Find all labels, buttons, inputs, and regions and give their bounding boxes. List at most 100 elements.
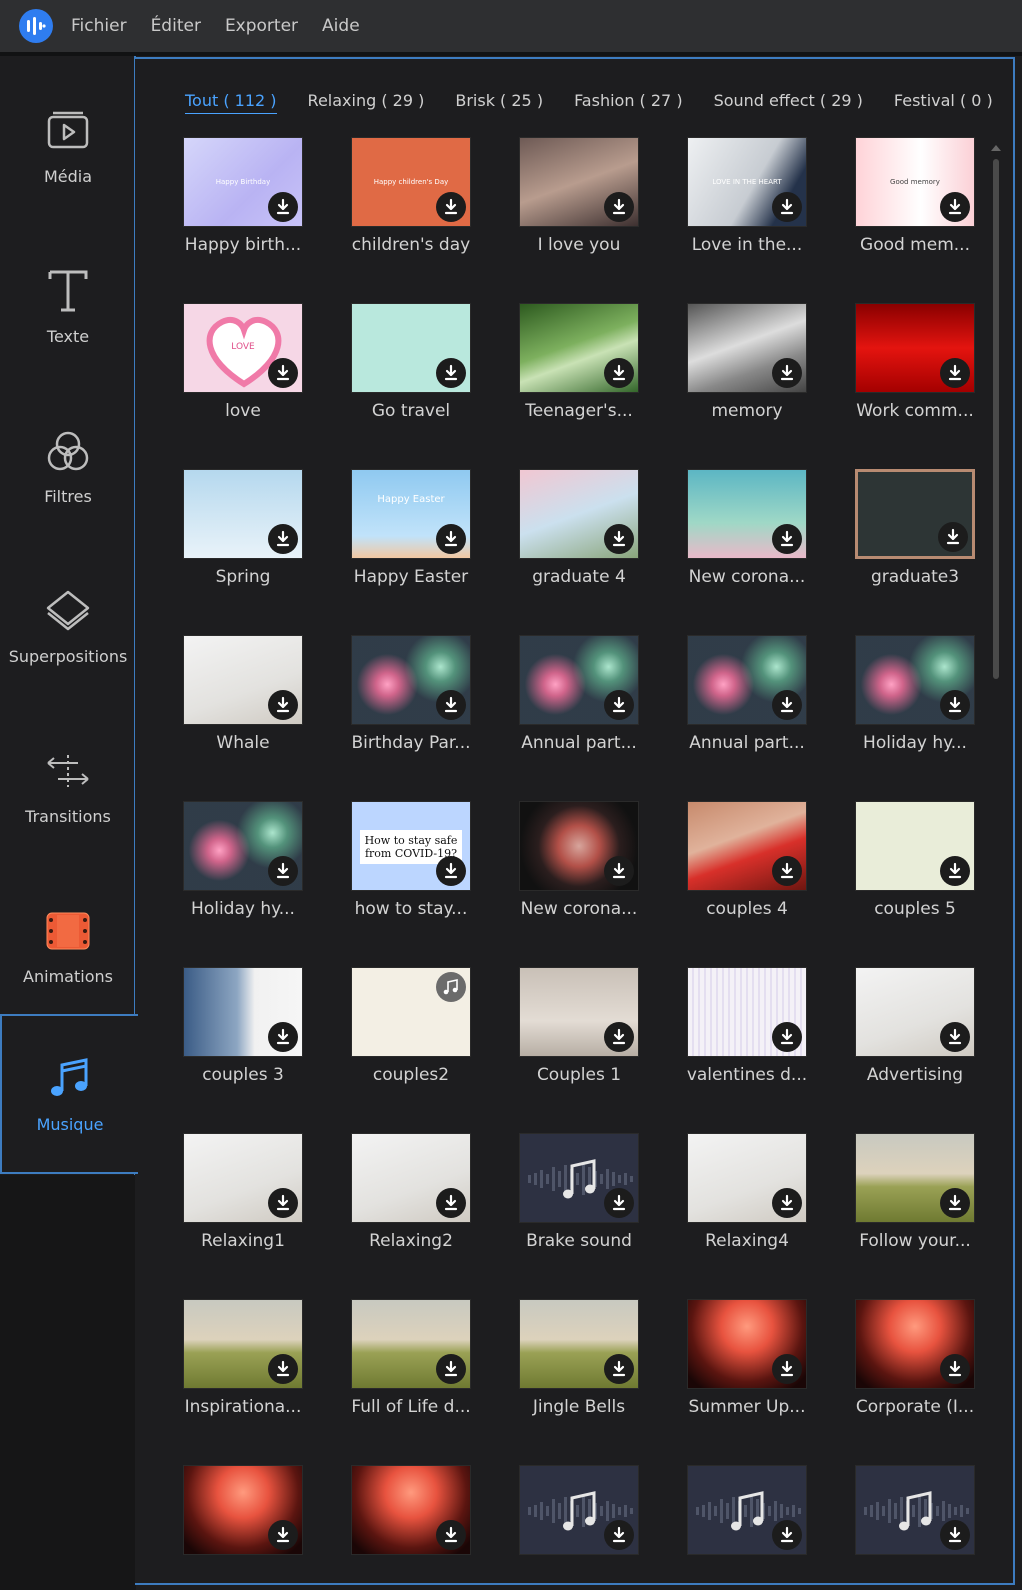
music-item-card[interactable]: couples 3 (183, 967, 303, 1133)
music-thumbnail[interactable]: Happy children's Day (351, 137, 471, 227)
music-thumbnail[interactable] (351, 1299, 471, 1389)
menu-help[interactable]: Aide (322, 16, 360, 36)
download-icon[interactable] (604, 192, 634, 222)
music-item-card[interactable] (183, 1465, 303, 1583)
music-thumbnail[interactable] (687, 1299, 807, 1389)
music-thumbnail[interactable] (183, 1299, 303, 1389)
music-thumbnail[interactable] (183, 1465, 303, 1555)
music-item-card[interactable]: New corona... (687, 469, 807, 635)
music-item-card[interactable]: Corporate (I... (855, 1299, 975, 1465)
tab-all[interactable]: Tout ( 112 ) (185, 91, 277, 114)
download-icon[interactable] (268, 192, 298, 222)
music-thumbnail[interactable] (687, 469, 807, 559)
music-item-card[interactable]: Holiday hy... (183, 801, 303, 967)
music-thumbnail[interactable] (687, 1133, 807, 1223)
music-thumbnail[interactable] (183, 967, 303, 1057)
music-item-card[interactable]: Full of Life d... (351, 1299, 471, 1465)
sidebar-item-overlays[interactable]: Superpositions (0, 546, 136, 706)
download-icon[interactable] (436, 358, 466, 388)
download-icon[interactable] (772, 358, 802, 388)
music-thumbnail[interactable] (183, 1133, 303, 1223)
music-thumbnail[interactable] (855, 635, 975, 725)
download-icon[interactable] (268, 1022, 298, 1052)
tab-fashion[interactable]: Fashion ( 27 ) (574, 91, 683, 114)
music-thumbnail[interactable] (351, 303, 471, 393)
music-item-card[interactable]: couples 4 (687, 801, 807, 967)
download-icon[interactable] (604, 1520, 634, 1550)
music-thumbnail[interactable] (687, 801, 807, 891)
music-thumbnail[interactable] (519, 1465, 639, 1555)
music-thumbnail[interactable]: How to stay safe from COVID-19? (351, 801, 471, 891)
download-icon[interactable] (940, 192, 970, 222)
download-icon[interactable] (436, 524, 466, 554)
download-icon[interactable] (436, 690, 466, 720)
music-item-card[interactable]: Spring (183, 469, 303, 635)
download-icon[interactable] (940, 1354, 970, 1384)
download-icon[interactable] (940, 1188, 970, 1218)
music-item-card[interactable]: Annual part... (687, 635, 807, 801)
music-thumbnail[interactable] (351, 967, 471, 1057)
download-icon[interactable] (268, 1188, 298, 1218)
sidebar-item-filters[interactable]: Filtres (0, 386, 136, 546)
sidebar-item-music[interactable]: Musique (0, 1014, 138, 1174)
download-icon[interactable] (940, 1520, 970, 1550)
sidebar-item-text[interactable]: Texte (0, 226, 136, 386)
music-item-card[interactable]: Teenager's... (519, 303, 639, 469)
download-icon[interactable] (268, 690, 298, 720)
music-thumbnail[interactable] (519, 1299, 639, 1389)
music-item-card[interactable]: Brake sound (519, 1133, 639, 1299)
download-icon[interactable] (436, 1188, 466, 1218)
music-item-card[interactable]: Whale (183, 635, 303, 801)
menu-file[interactable]: Fichier (71, 16, 127, 36)
music-thumbnail[interactable] (519, 137, 639, 227)
tab-sound-effect[interactable]: Sound effect ( 29 ) (714, 91, 863, 114)
music-item-card[interactable]: Happy children's Day children's day (351, 137, 471, 303)
music-item-card[interactable]: LOVE IN THE HEART Love in the... (687, 137, 807, 303)
music-thumbnail[interactable] (351, 1465, 471, 1555)
music-item-card[interactable]: Work comm... (855, 303, 975, 469)
music-item-card[interactable]: Relaxing2 (351, 1133, 471, 1299)
music-item-card[interactable]: Good memory Good mem... (855, 137, 975, 303)
music-item-card[interactable] (351, 1465, 471, 1583)
download-icon[interactable] (772, 1520, 802, 1550)
music-thumbnail[interactable] (183, 469, 303, 559)
music-thumbnail[interactable] (855, 1465, 975, 1555)
download-icon[interactable] (268, 524, 298, 554)
sidebar-item-animations[interactable]: Animations (0, 866, 136, 1026)
download-icon[interactable] (604, 358, 634, 388)
music-thumbnail[interactable] (855, 1299, 975, 1389)
download-icon[interactable] (268, 856, 298, 886)
music-item-card[interactable]: couples 5 (855, 801, 975, 967)
scroll-up-arrow[interactable] (991, 145, 1001, 151)
music-item-card[interactable]: LOVE love (183, 303, 303, 469)
download-icon[interactable] (604, 856, 634, 886)
music-item-card[interactable]: Couples 1 (519, 967, 639, 1133)
music-thumbnail[interactable] (855, 801, 975, 891)
menu-edit[interactable]: Éditer (151, 16, 201, 36)
download-icon[interactable] (604, 1022, 634, 1052)
music-thumbnail[interactable] (519, 635, 639, 725)
music-item-card[interactable]: graduate3 (855, 469, 975, 635)
download-icon[interactable] (940, 358, 970, 388)
music-thumbnail[interactable] (183, 635, 303, 725)
music-thumbnail[interactable] (687, 967, 807, 1057)
music-thumbnail[interactable] (183, 801, 303, 891)
music-thumbnail[interactable] (687, 635, 807, 725)
music-thumbnail[interactable]: Happy Birthday (183, 137, 303, 227)
music-item-card[interactable] (687, 1465, 807, 1583)
music-thumbnail[interactable] (855, 1133, 975, 1223)
download-icon[interactable] (436, 1354, 466, 1384)
music-thumbnail[interactable]: Happy Easter (351, 469, 471, 559)
music-item-card[interactable]: Holiday hy... (855, 635, 975, 801)
music-thumbnail[interactable]: Good memory (855, 137, 975, 227)
music-item-card[interactable] (855, 1465, 975, 1583)
download-icon[interactable] (604, 524, 634, 554)
download-icon[interactable] (772, 1354, 802, 1384)
music-thumbnail[interactable] (519, 967, 639, 1057)
music-item-card[interactable]: couples2 (351, 967, 471, 1133)
music-item-card[interactable]: valentines d... (687, 967, 807, 1133)
music-item-card[interactable] (519, 1465, 639, 1583)
download-icon[interactable] (772, 192, 802, 222)
download-icon[interactable] (436, 192, 466, 222)
music-thumbnail[interactable]: LOVE IN THE HEART (687, 137, 807, 227)
